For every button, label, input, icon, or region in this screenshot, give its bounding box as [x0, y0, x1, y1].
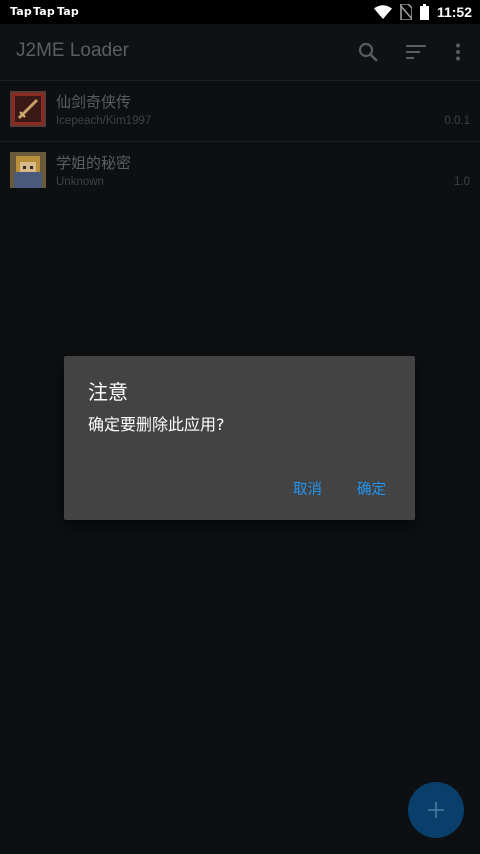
- dialog-message: 确定要删除此应用?: [88, 415, 225, 434]
- cancel-button[interactable]: 取消: [293, 478, 322, 499]
- more-vert-icon: [456, 43, 460, 61]
- app-icon-character: [10, 152, 46, 188]
- no-sim-icon: [399, 4, 412, 20]
- wifi-icon: [373, 5, 392, 19]
- list-item[interactable]: 仙剑奇侠传 Icepeach/Kim1997 0.0.1: [0, 81, 480, 141]
- app-author-label: Unknown: [56, 176, 104, 188]
- add-icon: [428, 802, 444, 818]
- overflow-menu-button[interactable]: [444, 38, 472, 66]
- list-item[interactable]: 学姐的秘密 Unknown 1.0: [0, 142, 480, 202]
- search-icon: [358, 42, 378, 62]
- app-version-label: 1.0: [454, 176, 470, 188]
- app-author-label: Icepeach/Kim1997: [56, 115, 152, 127]
- add-app-button[interactable]: [408, 782, 464, 838]
- app-version-label: 0.0.1: [444, 115, 470, 127]
- dialog-title: 注意: [88, 380, 128, 404]
- delete-confirm-dialog: 注意 确定要删除此应用? 取消 确定: [64, 356, 415, 520]
- app-toolbar: J2ME Loader: [0, 24, 480, 80]
- app-title: J2ME Loader: [16, 40, 130, 61]
- app-title-label: 学姐的秘密: [56, 154, 132, 172]
- battery-icon: [419, 4, 429, 20]
- sort-button[interactable]: [402, 38, 430, 66]
- sort-icon: [406, 45, 426, 59]
- status-bar: Tap Tap Tap 11:52: [0, 0, 480, 24]
- status-clock: 11:52: [436, 4, 472, 20]
- notification-tap-3: Tap: [57, 5, 79, 18]
- notification-tap-1: Tap: [10, 5, 32, 18]
- app-title-label: 仙剑奇侠传: [56, 93, 132, 111]
- search-button[interactable]: [354, 38, 382, 66]
- confirm-button[interactable]: 确定: [357, 478, 386, 499]
- notification-tap-2: Tap: [33, 5, 55, 18]
- app-icon-sword: [10, 91, 46, 127]
